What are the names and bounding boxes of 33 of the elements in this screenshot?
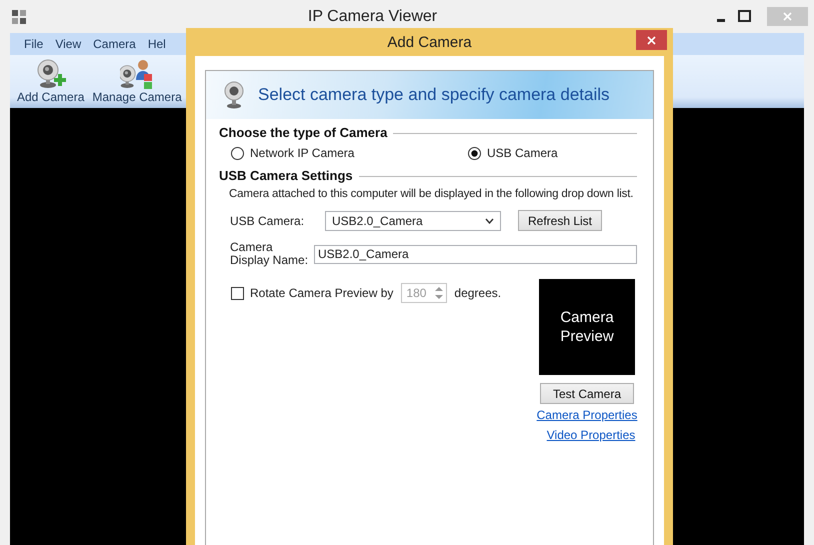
- menu-item[interactable]: Hel: [142, 37, 166, 51]
- window-title: IP Camera Viewer: [306, 8, 438, 26]
- close-icon: [647, 36, 656, 44]
- close-button[interactable]: [636, 30, 667, 50]
- display-name-field[interactable]: USB2.0_Camera: [314, 244, 637, 264]
- camera-preview: Camera Preview: [539, 279, 635, 375]
- link[interactable]: Camera Properties: [536, 408, 638, 422]
- unit-label: degrees.: [454, 286, 502, 300]
- toolbar-button[interactable]: Manage Camera: [88, 58, 186, 108]
- section-heading: Choose the type of Camera: [219, 125, 388, 140]
- dialog-title: Add Camera: [386, 34, 473, 50]
- toolbar-button[interactable]: Add Camera: [13, 58, 88, 108]
- radio-button[interactable]: [231, 146, 244, 160]
- refresh-list-button[interactable]: Refresh List: [518, 210, 602, 231]
- app-icon: [12, 10, 26, 24]
- field-label: Camera Display Name:: [230, 241, 310, 267]
- menu-item[interactable]: File: [18, 37, 50, 51]
- field-label: USB Camera:: [230, 214, 304, 228]
- description-text: Camera attached to this computer will be displayed in the following drop down list.: [229, 188, 634, 200]
- radio-option[interactable]: USB Camera: [468, 146, 558, 160]
- camera-dropdown[interactable]: USB2.0_Camera: [325, 210, 501, 230]
- webcam-person-icon: [120, 58, 154, 90]
- header-text: Select camera type and specify camera details: [258, 85, 610, 105]
- section-heading: USB Camera Settings: [219, 168, 353, 183]
- test-camera-button[interactable]: Test Camera: [540, 383, 634, 404]
- chevron-down-icon: [485, 218, 494, 224]
- link[interactable]: Video Properties: [546, 428, 636, 442]
- radio-button[interactable]: [468, 146, 481, 160]
- webcam-icon: [222, 81, 246, 109]
- radio-option[interactable]: Network IP Camera: [231, 146, 468, 160]
- menu-item[interactable]: View: [49, 37, 88, 51]
- checkbox-label: Rotate Camera Preview by: [250, 286, 394, 300]
- menu-item[interactable]: Camera: [87, 37, 142, 51]
